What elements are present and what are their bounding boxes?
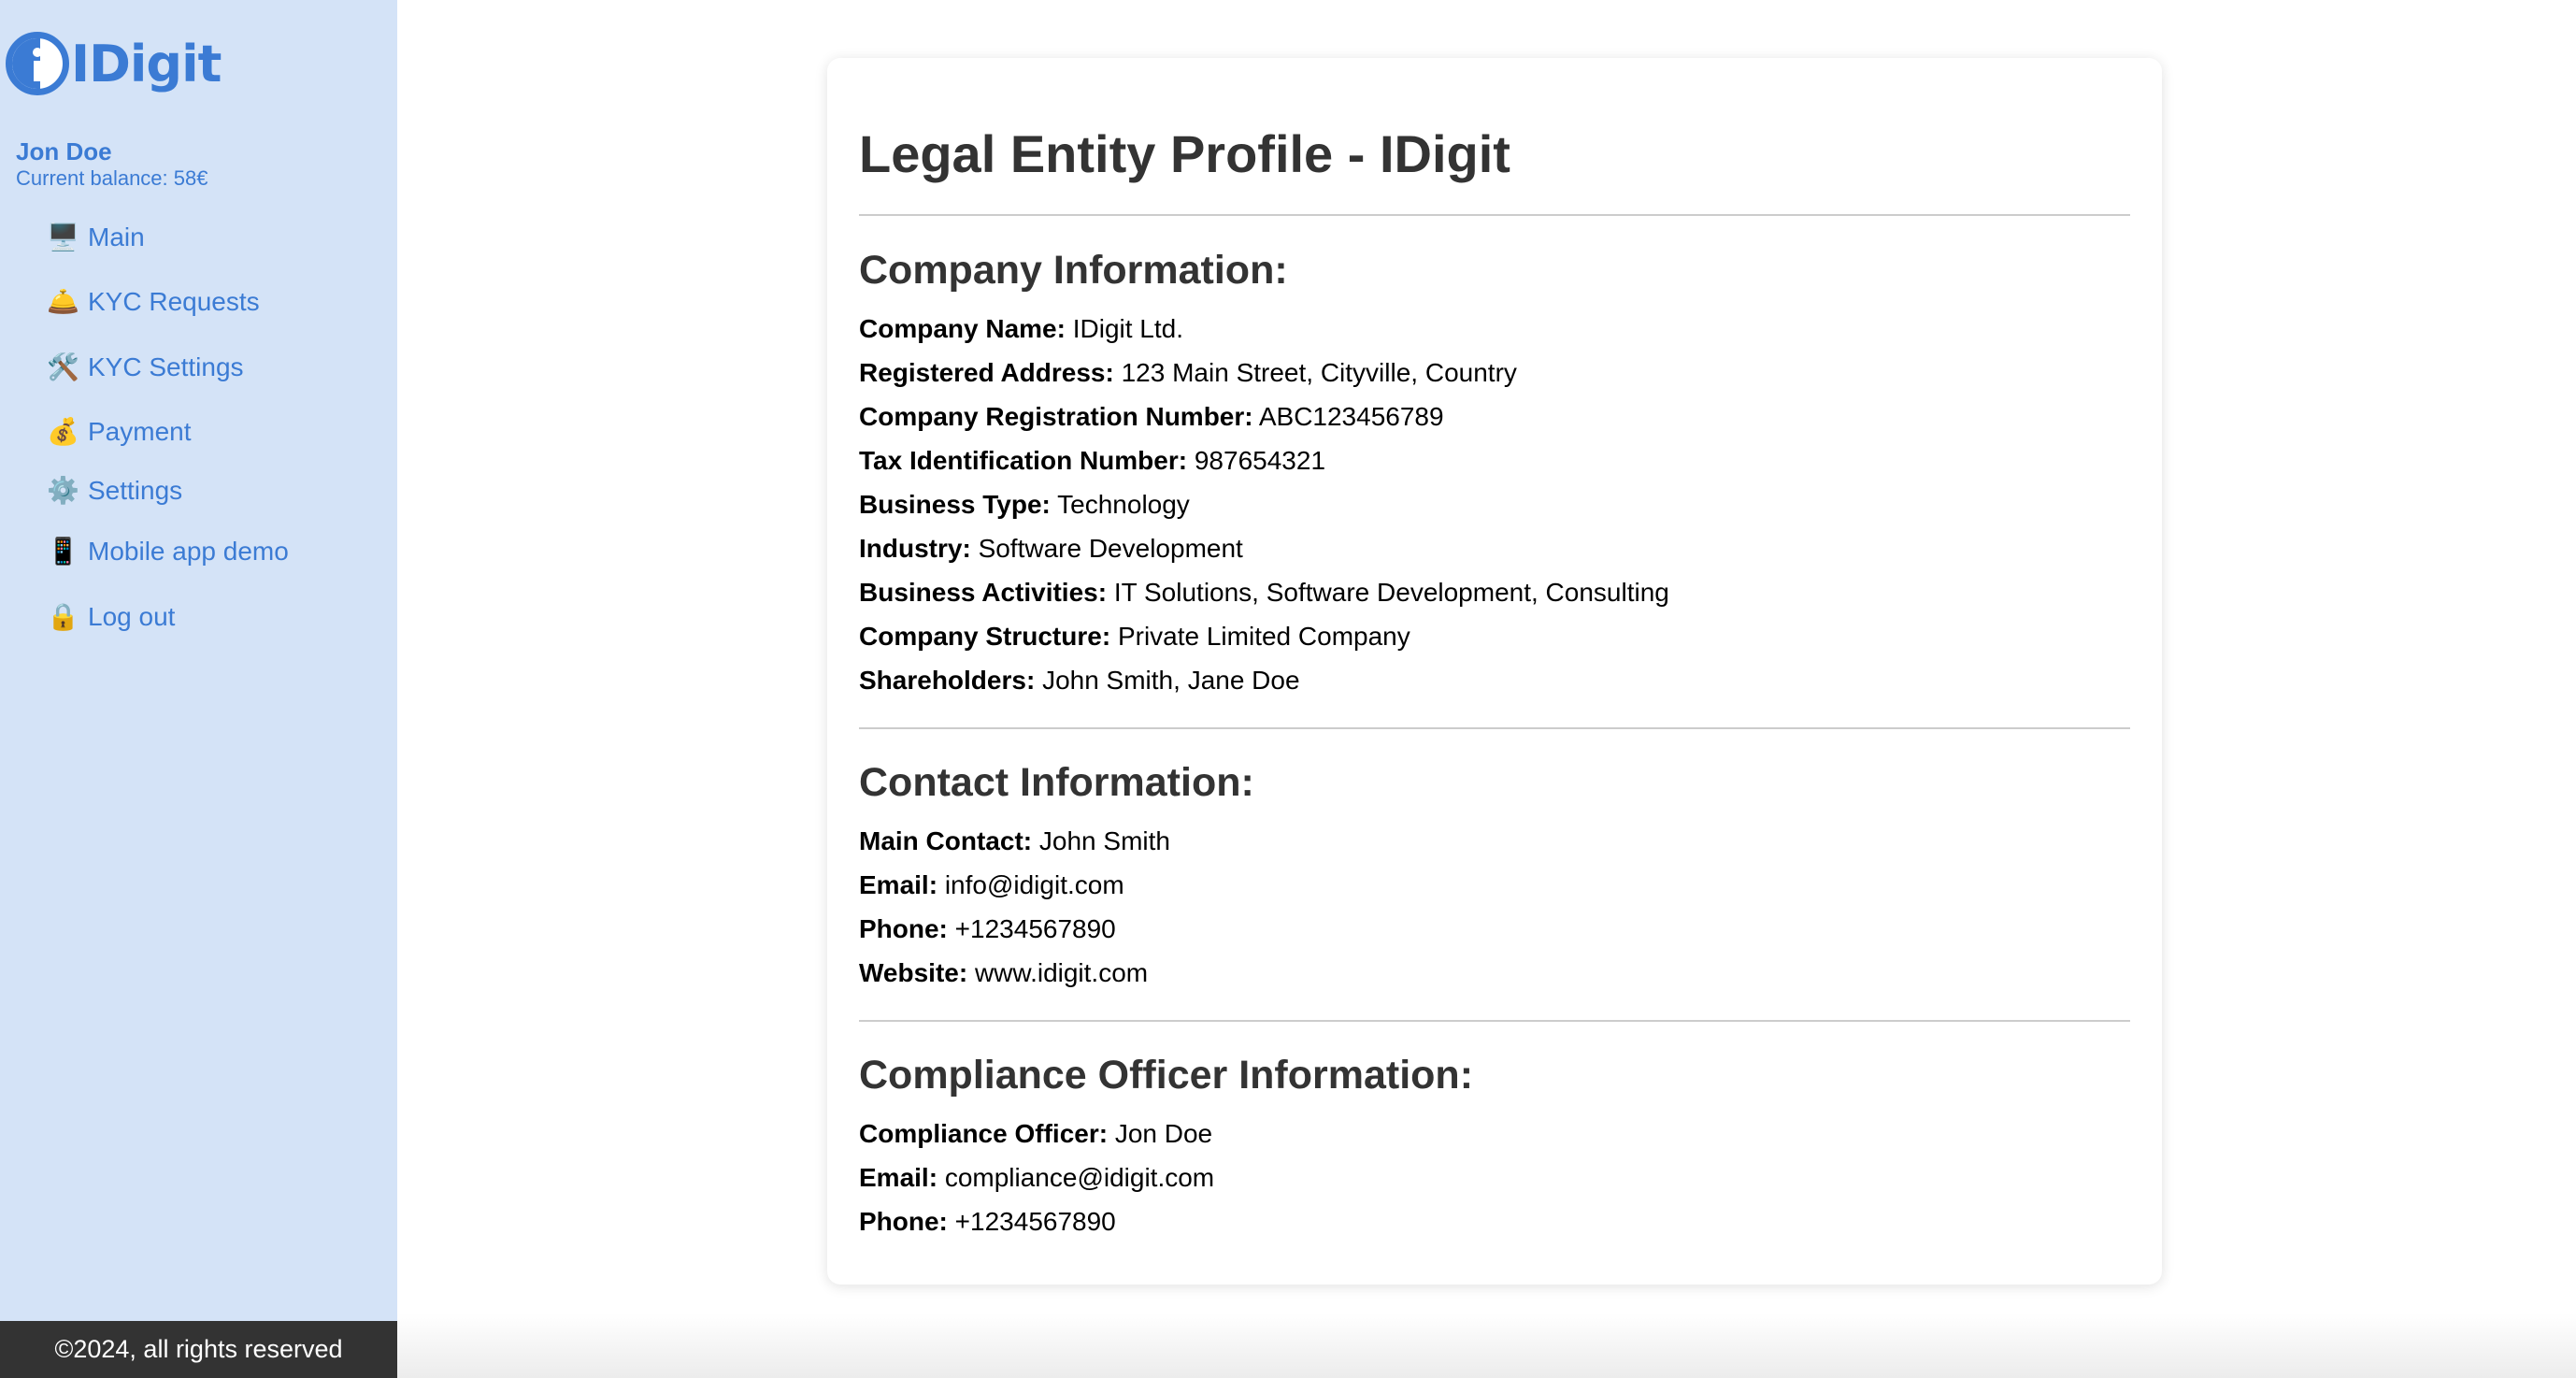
field-shareholders: Shareholders: John Smith, Jane Doe [859,666,1300,696]
field-tax-identification-number: Tax Identification Number: 987654321 [859,446,1325,476]
field-main-contact: Main Contact: John Smith [859,826,1170,856]
field-industry: Industry: Software Development [859,534,1243,564]
divider [859,214,2130,216]
field-compliance-email: Email: compliance@idigit.com [859,1163,1214,1193]
profile-card: Legal Entity Profile - IDigit Company In… [827,58,2162,1285]
field-label: Phone: [859,914,948,943]
sidebar-item-label: Mobile app demo [88,536,289,566]
section-title-company-information: Company Information: [859,248,1288,293]
field-value: info@idigit.com [944,870,1124,899]
field-label: Tax Identification Number: [859,446,1188,475]
section-title-compliance-officer-information: Compliance Officer Information: [859,1053,1474,1098]
field-website: Website: www.idigit.com [859,958,1148,988]
field-value: Jon Doe [1114,1119,1213,1148]
lock-icon: 🔒 [47,601,79,632]
sidebar: IDigit Jon Doe Current balance: 58€ 🖥️ M… [0,0,397,1378]
sidebar-item-kyc-requests[interactable]: 🛎️ KYC Requests [47,286,260,317]
bellhop-bell-icon: 🛎️ [47,286,79,317]
tools-icon: 🛠️ [47,352,79,382]
gear-icon: ⚙️ [47,475,79,506]
divider [859,727,2130,729]
field-label: Main Contact: [859,826,1033,855]
divider [859,1020,2130,1022]
field-label: Business Activities: [859,578,1108,607]
footer: ©2024, all rights reserved [0,1321,397,1378]
user-name: Jon Doe [16,137,112,165]
logo-icon [6,32,69,95]
field-value: +1234567890 [954,914,1116,943]
field-label: Email: [859,870,938,899]
field-company-name: Company Name: IDigit Ltd. [859,314,1183,344]
brand-logo[interactable]: IDigit [6,32,222,95]
field-label: Registered Address: [859,358,1114,387]
field-email: Email: info@idigit.com [859,870,1124,900]
field-label: Website: [859,958,968,987]
field-compliance-phone: Phone: +1234567890 [859,1207,1116,1237]
field-value: Private Limited Company [1117,622,1410,651]
field-value: Software Development [978,534,1243,563]
field-label: Compliance Officer: [859,1119,1109,1148]
field-label: Shareholders: [859,666,1036,695]
sidebar-item-label: Log out [88,601,176,631]
field-label: Business Type: [859,490,1051,519]
field-label: Company Registration Number: [859,402,1253,431]
sidebar-item-payment[interactable]: 💰 Payment [47,416,192,447]
field-label: Company Structure: [859,622,1111,651]
field-compliance-officer: Compliance Officer: Jon Doe [859,1119,1212,1149]
field-value: 123 Main Street, Cityville, Country [1121,358,1517,387]
field-value: +1234567890 [954,1207,1116,1236]
mobile-phone-icon: 📱 [47,536,79,567]
desktop-computer-icon: 🖥️ [47,222,79,252]
field-value: Technology [1057,490,1190,519]
field-value: ABC123456789 [1258,402,1444,431]
field-value: IDigit Ltd. [1072,314,1183,343]
field-value: www.idigit.com [974,958,1149,987]
sidebar-item-kyc-settings[interactable]: 🛠️ KYC Settings [47,352,244,382]
user-balance: Current balance: 58€ [16,166,208,190]
field-value: IT Solutions, Software Development, Cons… [1113,578,1669,607]
field-value: John Smith, Jane Doe [1042,666,1300,695]
field-business-activities: Business Activities: IT Solutions, Softw… [859,578,1669,608]
field-registered-address: Registered Address: 123 Main Street, Cit… [859,358,1517,388]
sidebar-item-label: KYC Settings [88,352,244,381]
sidebar-item-log-out[interactable]: 🔒 Log out [47,601,175,632]
sidebar-item-label: Main [88,222,145,251]
sidebar-item-settings[interactable]: ⚙️ Settings [47,475,182,506]
field-value: John Smith [1038,826,1170,855]
field-phone: Phone: +1234567890 [859,914,1116,944]
field-company-registration-number: Company Registration Number: ABC12345678… [859,402,1444,432]
sidebar-item-label: Payment [88,416,192,446]
field-value: compliance@idigit.com [944,1163,1215,1192]
field-label: Company Name: [859,314,1066,343]
brand-name: IDigit [71,34,222,93]
field-label: Industry: [859,534,971,563]
page-title: Legal Entity Profile - IDigit [859,124,1510,183]
page-bottom-shade [397,1313,2576,1378]
field-label: Phone: [859,1207,948,1236]
section-title-contact-information: Contact Information: [859,760,1254,805]
field-business-type: Business Type: Technology [859,490,1190,520]
money-bag-icon: 💰 [47,416,79,447]
sidebar-item-label: Settings [88,475,183,505]
sidebar-item-main[interactable]: 🖥️ Main [47,222,145,252]
sidebar-item-mobile-app-demo[interactable]: 📱 Mobile app demo [47,536,289,567]
field-value: 987654321 [1194,446,1326,475]
field-label: Email: [859,1163,938,1192]
sidebar-item-label: KYC Requests [88,286,260,316]
field-company-structure: Company Structure: Private Limited Compa… [859,622,1410,652]
